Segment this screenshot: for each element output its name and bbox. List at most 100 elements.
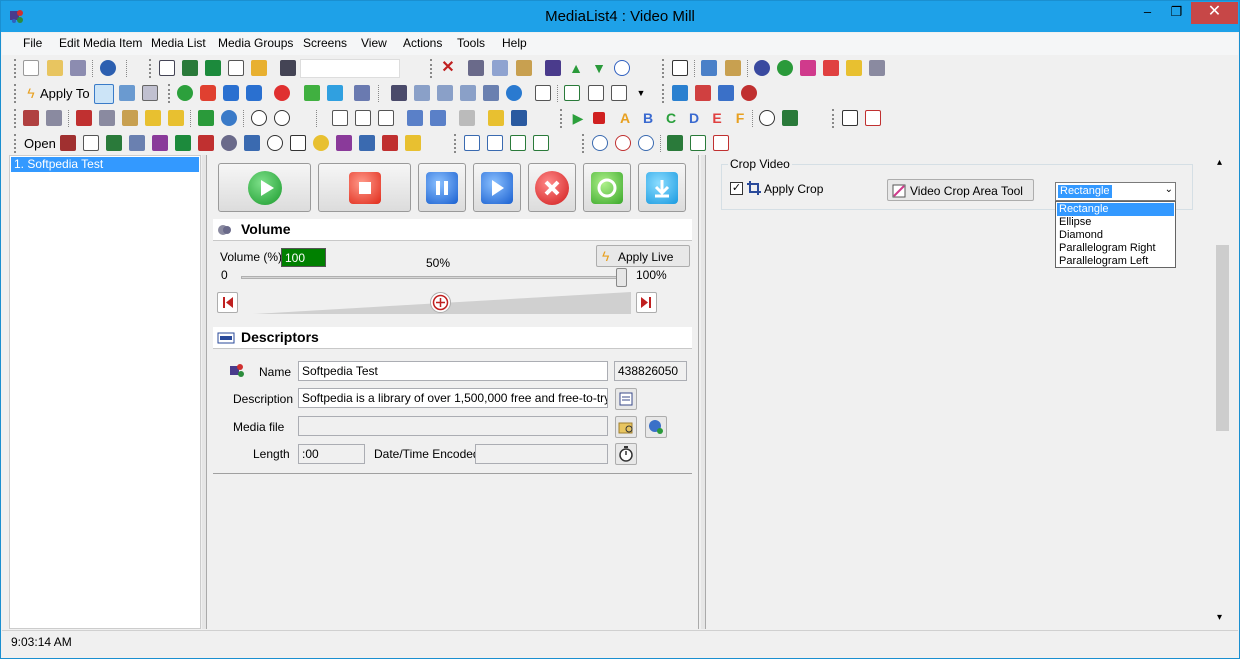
volume-slider-thumb[interactable] — [616, 268, 627, 287]
apply-to-label[interactable]: Apply To — [40, 86, 90, 101]
apply-to-list-icon[interactable] — [94, 84, 114, 104]
help-icon[interactable] — [100, 60, 116, 76]
menu-media-groups[interactable]: Media Groups — [218, 36, 293, 50]
volume-slider-track[interactable] — [241, 276, 627, 279]
media-file-field[interactable] — [298, 416, 608, 436]
monitor-icon[interactable] — [483, 85, 499, 101]
frame-center-icon[interactable] — [437, 85, 453, 101]
layout-icon[interactable] — [564, 85, 580, 101]
convert-icon[interactable] — [354, 85, 370, 101]
name-field[interactable]: Softpedia Test — [298, 361, 608, 381]
preview-eye-icon[interactable] — [506, 85, 522, 101]
vertical-scrollbar[interactable]: ▴ ▾ — [1214, 157, 1231, 627]
save-icon[interactable] — [70, 60, 86, 76]
flag-icon[interactable] — [690, 135, 706, 151]
clock-b-icon[interactable] — [615, 135, 631, 151]
export-icon[interactable] — [701, 60, 717, 76]
loop-icon[interactable] — [304, 85, 320, 101]
stop-button[interactable] — [318, 163, 411, 212]
arrow-up-icon[interactable] — [464, 135, 480, 151]
paste-item-icon[interactable] — [122, 110, 138, 126]
stop-small-icon[interactable] — [593, 112, 605, 124]
pause-icon[interactable] — [223, 85, 239, 101]
clock-a-icon[interactable] — [592, 135, 608, 151]
rows-icon[interactable] — [355, 110, 371, 126]
toolbar-grip[interactable] — [14, 59, 17, 78]
menu-actions[interactable]: Actions — [403, 36, 442, 50]
play-button[interactable] — [218, 163, 311, 212]
flip-vertical-icon[interactable] — [695, 85, 711, 101]
open-window-icon[interactable] — [129, 135, 145, 151]
open-frame-icon[interactable] — [359, 135, 375, 151]
numbered-list-icon[interactable] — [672, 60, 688, 76]
dropdown-option-parallelogram-right[interactable]: Parallelogram Right — [1057, 242, 1174, 255]
paste-icon[interactable] — [516, 60, 532, 76]
menu-help[interactable]: Help — [502, 36, 527, 50]
sheet-icon[interactable] — [205, 60, 221, 76]
dropdown-option-diamond[interactable]: Diamond — [1057, 229, 1174, 242]
letter-b-icon[interactable]: B — [640, 110, 656, 126]
volume-end-button[interactable] — [636, 292, 657, 313]
open-crop-icon[interactable] — [336, 135, 352, 151]
chevron-down-icon[interactable]: ▼ — [633, 85, 649, 101]
speaker-icon[interactable] — [718, 85, 734, 101]
open-image-icon[interactable] — [405, 135, 421, 151]
menu-view[interactable]: View — [361, 36, 387, 50]
open-folder-icon[interactable] — [47, 60, 63, 76]
edit-description-button[interactable] — [615, 388, 637, 410]
scrollbar-thumb[interactable] — [1216, 245, 1229, 431]
apply-live-button[interactable]: ϟ Apply Live — [596, 245, 690, 267]
open-descriptor-icon[interactable] — [290, 135, 306, 151]
find-item-icon[interactable] — [46, 110, 62, 126]
arrow-return-up-icon[interactable] — [510, 135, 526, 151]
open-face-icon[interactable] — [313, 135, 329, 151]
grid-view-icon[interactable] — [182, 60, 198, 76]
open-palette-icon[interactable] — [152, 135, 168, 151]
open-volume-icon[interactable] — [221, 135, 237, 151]
letter-d-icon[interactable]: D — [686, 110, 702, 126]
folder-item-icon[interactable] — [145, 110, 161, 126]
remove-item-icon[interactable] — [76, 110, 92, 126]
flip-horizontal-icon[interactable] — [672, 85, 688, 101]
new-icon[interactable] — [23, 60, 39, 76]
photo-icon[interactable] — [511, 110, 527, 126]
next-icon[interactable] — [246, 85, 262, 101]
info-icon[interactable] — [614, 60, 630, 76]
media-item-icon[interactable] — [545, 60, 561, 76]
crop-icon[interactable] — [823, 60, 839, 76]
cancel-icon[interactable] — [274, 85, 290, 101]
letter-a-icon[interactable]: A — [617, 110, 633, 126]
download-button[interactable] — [638, 163, 686, 212]
open-gauge-icon[interactable] — [267, 135, 283, 151]
apply-to-group-icon[interactable] — [119, 85, 135, 101]
table-icon[interactable] — [588, 85, 604, 101]
letter-f-icon[interactable]: F — [732, 110, 748, 126]
list-view-icon[interactable] — [159, 60, 175, 76]
binoculars-icon[interactable] — [280, 60, 296, 76]
import-icon[interactable] — [725, 60, 741, 76]
menu-media-list[interactable]: Media List — [151, 36, 206, 50]
close-button[interactable]: ✕ — [1191, 2, 1238, 24]
minimize-button[interactable]: – — [1133, 2, 1162, 24]
scroll-down-icon[interactable]: ▾ — [1217, 612, 1222, 623]
description-field[interactable]: Softpedia is a library of over 1,500,000… — [298, 388, 608, 408]
letter-c-icon[interactable]: C — [663, 110, 679, 126]
mute-icon[interactable] — [741, 85, 757, 101]
dropdown-option-ellipse[interactable]: Ellipse — [1057, 216, 1174, 229]
volume-start-button[interactable] — [217, 292, 238, 313]
layers-icon[interactable] — [488, 110, 504, 126]
volume-field[interactable]: 100 — [281, 248, 326, 267]
restore-button[interactable]: ❐ — [1162, 2, 1191, 24]
columns-icon[interactable] — [332, 110, 348, 126]
letter-e-icon[interactable]: E — [709, 110, 725, 126]
stop-icon[interactable] — [200, 85, 216, 101]
window-icon[interactable] — [460, 85, 476, 101]
crop-frame-icon[interactable] — [713, 135, 729, 151]
go-back-icon[interactable] — [842, 110, 858, 126]
dropdown-option-parallelogram-left[interactable]: Parallelogram Left — [1057, 255, 1174, 268]
menu-file[interactable]: File — [23, 36, 42, 50]
resize-icon[interactable] — [846, 60, 862, 76]
open-diagonal-icon[interactable] — [175, 135, 191, 151]
list-item[interactable]: 1. Softpedia Test — [11, 157, 199, 172]
download-icon[interactable] — [327, 85, 343, 101]
